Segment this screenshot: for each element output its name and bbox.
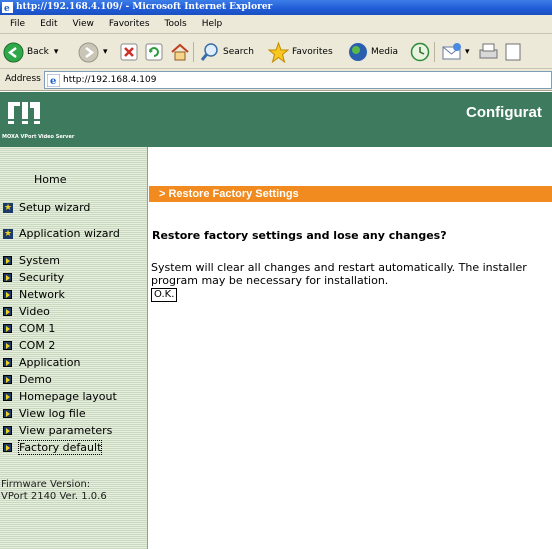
mail-button[interactable]: ▾ [441,41,470,63]
ie-icon: e [2,2,13,13]
restore-description: System will clear all changes and restar… [151,261,527,287]
window-titlebar: e http://192.168.4.109/ - Microsoft Inte… [0,0,552,15]
address-label: Address [5,74,41,84]
forward-arrow-icon [78,42,99,62]
stop-button[interactable] [120,41,138,63]
toolbar: Back ▾ ▾ Search Favorites Media ▾ [0,34,552,69]
menu-view[interactable]: View [73,19,94,29]
back-button[interactable]: Back ▾ [3,41,58,63]
arrow-icon [3,256,12,265]
menu-help[interactable]: Help [202,19,223,29]
forward-button[interactable]: ▾ [78,41,108,63]
arrow-icon [3,426,12,435]
header-title: Configurat [466,104,542,121]
mail-dropdown-icon[interactable]: ▾ [465,47,470,57]
arrow-icon [3,358,12,367]
stop-icon [120,43,138,61]
toolbar-separator [193,42,194,62]
print-icon [479,43,498,59]
moxa-logo: MOXA VPort Video Server [2,100,74,140]
address-input[interactable]: e http://192.168.4.109 [44,71,552,89]
favorites-label: Favorites [292,47,333,57]
back-label: Back [27,47,49,57]
arrow-icon [3,341,12,350]
search-icon [200,43,218,61]
forward-dropdown-icon[interactable]: ▾ [103,47,108,57]
search-button[interactable]: Search [200,41,254,63]
firmware-version: VPort 2140 Ver. 1.0.6 [1,491,107,502]
arrow-icon [3,307,12,316]
search-label: Search [223,47,254,57]
star-icon: ★ [3,229,13,239]
menu-favorites[interactable]: Favorites [109,19,150,29]
toolbar-separator [434,42,435,62]
star-icon: ★ [3,203,13,213]
ok-button[interactable]: O.K. [151,288,178,302]
edit-page-icon [505,43,521,61]
arrow-icon [3,290,12,299]
page-ie-icon: e [47,74,60,87]
svg-text:e: e [50,76,56,87]
back-arrow-icon [3,42,24,62]
sidebar-home[interactable]: Home [34,173,66,186]
arrow-icon [3,392,12,401]
home-button[interactable] [170,41,190,63]
section-title: > Restore Factory Settings [149,186,552,202]
menu-file[interactable]: File [10,19,25,29]
firmware-info: Firmware Version: VPort 2140 Ver. 1.0.6 [1,479,107,503]
edit-button[interactable] [504,41,522,63]
home-icon [171,43,189,61]
back-dropdown-icon[interactable]: ▾ [54,47,59,57]
print-button[interactable] [478,41,499,63]
refresh-button[interactable] [145,41,163,63]
address-bar: Address e http://192.168.4.109 [0,69,552,91]
mail-icon [442,43,461,60]
page-header: MOXA VPort Video Server Configurat [0,92,552,147]
menu-tools[interactable]: Tools [165,19,187,29]
media-label: Media [371,47,399,57]
media-button[interactable]: Media [348,41,398,63]
svg-text:e: e [4,4,10,13]
brand-subtitle: MOXA VPort Video Server [2,134,75,140]
firmware-label: Firmware Version: [1,479,91,490]
address-url: http://192.168.4.109 [63,75,157,85]
arrow-icon [3,443,12,452]
arrow-icon [3,375,12,384]
history-button[interactable] [410,41,430,63]
arrow-icon [3,409,12,418]
restore-question: Restore factory settings and lose any ch… [152,229,447,242]
moxa-logo-mark [7,102,41,124]
arrow-icon [3,324,12,333]
menu-edit[interactable]: Edit [40,19,57,29]
menu-bar: File Edit View Favorites Tools Help [0,15,552,34]
media-icon [349,43,367,61]
history-clock-icon [410,42,430,62]
favorites-button[interactable]: Favorites [268,41,333,63]
window-title: http://192.168.4.109/ - Microsoft Intern… [16,2,273,12]
favorites-star-icon [268,41,289,63]
arrow-icon [3,273,12,282]
refresh-icon [145,43,163,61]
